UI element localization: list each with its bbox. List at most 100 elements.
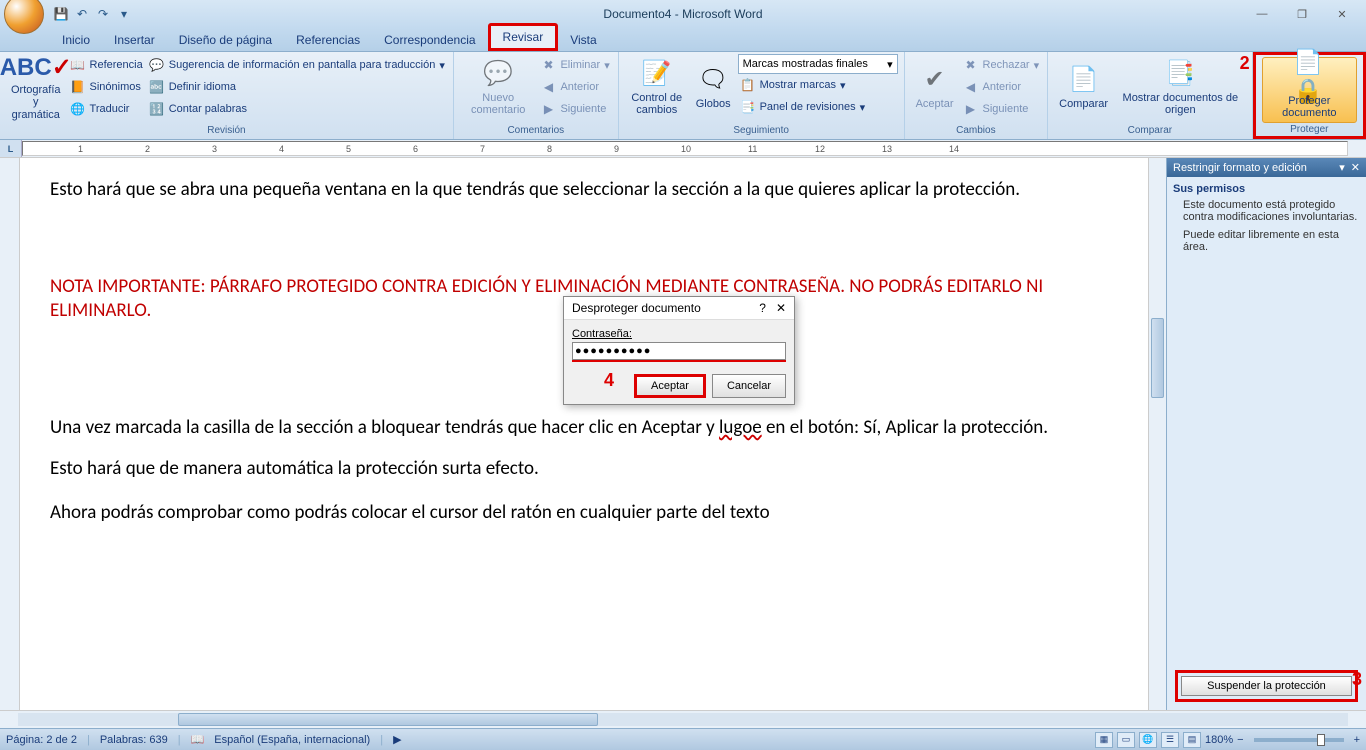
ruler-tick: 7 bbox=[480, 144, 485, 154]
view-print-layout[interactable]: ▦ bbox=[1095, 732, 1113, 748]
password-input[interactable] bbox=[572, 342, 786, 360]
showmarks-icon: 📋 bbox=[740, 77, 756, 93]
ruler-tick: 4 bbox=[279, 144, 284, 154]
tab-diseno[interactable]: Diseño de página bbox=[167, 29, 284, 51]
next2-icon: ▶ bbox=[963, 101, 979, 117]
rechazar-button[interactable]: ✖Rechazar▾ bbox=[961, 54, 1042, 76]
wordcount-icon: 🔢 bbox=[149, 101, 165, 117]
dialog-help-button[interactable]: ? bbox=[759, 301, 766, 315]
undo-icon[interactable]: ↶ bbox=[73, 5, 91, 23]
doc-paragraph[interactable]: Una vez marcada la casilla de la sección… bbox=[50, 416, 1118, 441]
close-button[interactable]: ✕ bbox=[1328, 4, 1356, 24]
status-macro-icon[interactable]: ▶ bbox=[393, 733, 401, 746]
permissions-text: Puede editar libremente en esta área. bbox=[1173, 229, 1360, 253]
dialog-ok-button[interactable]: Aceptar bbox=[634, 374, 706, 398]
ribbon: ABC✓ Ortografía y gramática 📖Referencia … bbox=[0, 52, 1366, 140]
pane-header: Restringir formato y edición ▾✕ bbox=[1167, 158, 1366, 177]
prev-icon: ◀ bbox=[540, 79, 556, 95]
display-select[interactable]: Marcas mostradas finales▾ bbox=[738, 54, 898, 74]
zoom-slider-thumb[interactable] bbox=[1317, 734, 1325, 746]
anterior-comentario-button[interactable]: ◀Anterior bbox=[538, 76, 611, 98]
nuevo-comentario-button[interactable]: 💬 Nuevo comentario bbox=[460, 54, 537, 120]
tab-referencias[interactable]: Referencias bbox=[284, 29, 372, 51]
view-fullscreen[interactable]: ▭ bbox=[1117, 732, 1135, 748]
tab-correspondencia[interactable]: Correspondencia bbox=[372, 29, 487, 51]
qat-dropdown-icon[interactable]: ▾ bbox=[115, 5, 133, 23]
tab-revisar[interactable]: Revisar bbox=[488, 23, 559, 51]
tab-vista[interactable]: Vista bbox=[558, 29, 608, 51]
view-draft[interactable]: ▤ bbox=[1183, 732, 1201, 748]
status-language[interactable]: Español (España, internacional) bbox=[214, 734, 370, 746]
tab-insertar[interactable]: Insertar bbox=[102, 29, 167, 51]
redo-icon[interactable]: ↷ bbox=[94, 5, 112, 23]
language-icon: 🔤 bbox=[149, 79, 165, 95]
next-icon: ▶ bbox=[540, 101, 556, 117]
horizontal-scrollbar[interactable] bbox=[0, 710, 1366, 728]
workspace: Esto hará que se abra una pequeña ventan… bbox=[0, 158, 1366, 710]
contar-palabras-button[interactable]: 🔢Contar palabras bbox=[147, 98, 447, 120]
doc-paragraph[interactable]: Esto hará que se abra una pequeña ventan… bbox=[50, 178, 1118, 203]
group-label-revision: Revisión bbox=[6, 124, 447, 137]
zoom-slider[interactable] bbox=[1254, 738, 1344, 742]
ruler-tick: 3 bbox=[212, 144, 217, 154]
quick-access-toolbar: 💾 ↶ ↷ ▾ bbox=[52, 5, 133, 23]
minimize-button[interactable]: — bbox=[1248, 4, 1276, 24]
permissions-heading: Sus permisos bbox=[1173, 183, 1360, 195]
view-outline[interactable]: ☰ bbox=[1161, 732, 1179, 748]
pane-close-icon[interactable]: ✕ bbox=[1351, 161, 1360, 174]
hscroll-thumb[interactable] bbox=[178, 713, 598, 726]
annotation-3: 3 bbox=[1352, 669, 1362, 690]
vertical-scrollbar[interactable] bbox=[1148, 158, 1166, 710]
proteger-documento-button[interactable]: 📄🔒 Proteger documento bbox=[1262, 57, 1357, 123]
accept-icon: ✔ bbox=[919, 64, 951, 96]
group-label-comparar: Comparar bbox=[1054, 124, 1245, 137]
siguiente-cambio-button[interactable]: ▶Siguiente bbox=[961, 98, 1042, 120]
globos-button[interactable]: 🗨 Globos bbox=[691, 54, 736, 120]
panel-revisiones-button[interactable]: 📑Panel de revisiones▾ bbox=[738, 96, 898, 118]
spelling-error[interactable]: lugoe bbox=[719, 416, 762, 439]
control-cambios-button[interactable]: 📝 Control de cambios bbox=[625, 54, 689, 120]
vertical-ruler[interactable] bbox=[0, 158, 20, 710]
siguiente-comentario-button[interactable]: ▶Siguiente bbox=[538, 98, 611, 120]
view-web[interactable]: 🌐 bbox=[1139, 732, 1157, 748]
status-words[interactable]: Palabras: 639 bbox=[100, 734, 168, 746]
maximize-button[interactable]: ❐ bbox=[1288, 4, 1316, 24]
doc-paragraph[interactable]: Esto hará que de manera automática la pr… bbox=[50, 457, 1118, 482]
group-comparar: 📄 Comparar 📑 Mostrar documentos de orige… bbox=[1048, 52, 1252, 139]
dialog-close-button[interactable]: ✕ bbox=[776, 301, 786, 315]
dialog-cancel-button[interactable]: Cancelar bbox=[712, 374, 786, 398]
ortografia-button[interactable]: ABC✓ Ortografía y gramática bbox=[6, 54, 66, 120]
definir-idioma-button[interactable]: 🔤Definir idioma bbox=[147, 76, 447, 98]
stop-protection-button[interactable]: Suspender la protección bbox=[1181, 676, 1352, 696]
mostrar-marcas-button[interactable]: 📋Mostrar marcas▾ bbox=[738, 74, 898, 96]
status-page[interactable]: Página: 2 de 2 bbox=[6, 734, 77, 746]
zoom-level[interactable]: 180% bbox=[1205, 734, 1233, 746]
doc-paragraph[interactable]: Ahora podrás comprobar como podrás coloc… bbox=[50, 501, 1118, 526]
traducir-button[interactable]: 🌐Traducir bbox=[68, 98, 145, 120]
scroll-thumb[interactable] bbox=[1151, 318, 1164, 398]
balloons-icon: 🗨 bbox=[697, 64, 729, 96]
tab-inicio[interactable]: Inicio bbox=[50, 29, 102, 51]
group-cambios: ✔ Aceptar ✖Rechazar▾ ◀Anterior ▶Siguient… bbox=[905, 52, 1049, 139]
horizontal-ruler[interactable]: L 1 2 3 4 5 6 7 8 9 10 11 12 13 14 bbox=[0, 140, 1366, 158]
comparar-button[interactable]: 📄 Comparar bbox=[1054, 54, 1113, 120]
group-comentarios: 💬 Nuevo comentario ✖Eliminar▾ ◀Anterior … bbox=[454, 52, 619, 139]
aceptar-cambio-button[interactable]: ✔ Aceptar bbox=[911, 54, 959, 120]
zoom-in-button[interactable]: + bbox=[1354, 734, 1360, 746]
ruler-tick: 12 bbox=[815, 144, 825, 154]
thesaurus-icon: 📙 bbox=[70, 79, 86, 95]
ruler-tick: 14 bbox=[949, 144, 959, 154]
save-icon[interactable]: 💾 bbox=[52, 5, 70, 23]
status-proof-icon[interactable]: 📖 bbox=[191, 733, 205, 746]
eliminar-comentario-button[interactable]: ✖Eliminar▾ bbox=[538, 54, 611, 76]
sugerencia-button[interactable]: 💬Sugerencia de información en pantalla p… bbox=[147, 54, 447, 76]
zoom-out-button[interactable]: − bbox=[1237, 734, 1243, 746]
mostrar-docs-button[interactable]: 📑 Mostrar documentos de origen bbox=[1115, 54, 1246, 120]
referencia-button[interactable]: 📖Referencia bbox=[68, 54, 145, 76]
sinonimos-button[interactable]: 📙Sinónimos bbox=[68, 76, 145, 98]
document-area[interactable]: Esto hará que se abra una pequeña ventan… bbox=[20, 158, 1148, 710]
anterior-cambio-button[interactable]: ◀Anterior bbox=[961, 76, 1042, 98]
chevron-down-icon: ▾ bbox=[887, 58, 893, 71]
pane-dropdown-icon[interactable]: ▾ bbox=[1339, 161, 1345, 174]
ruler-tick: 2 bbox=[145, 144, 150, 154]
